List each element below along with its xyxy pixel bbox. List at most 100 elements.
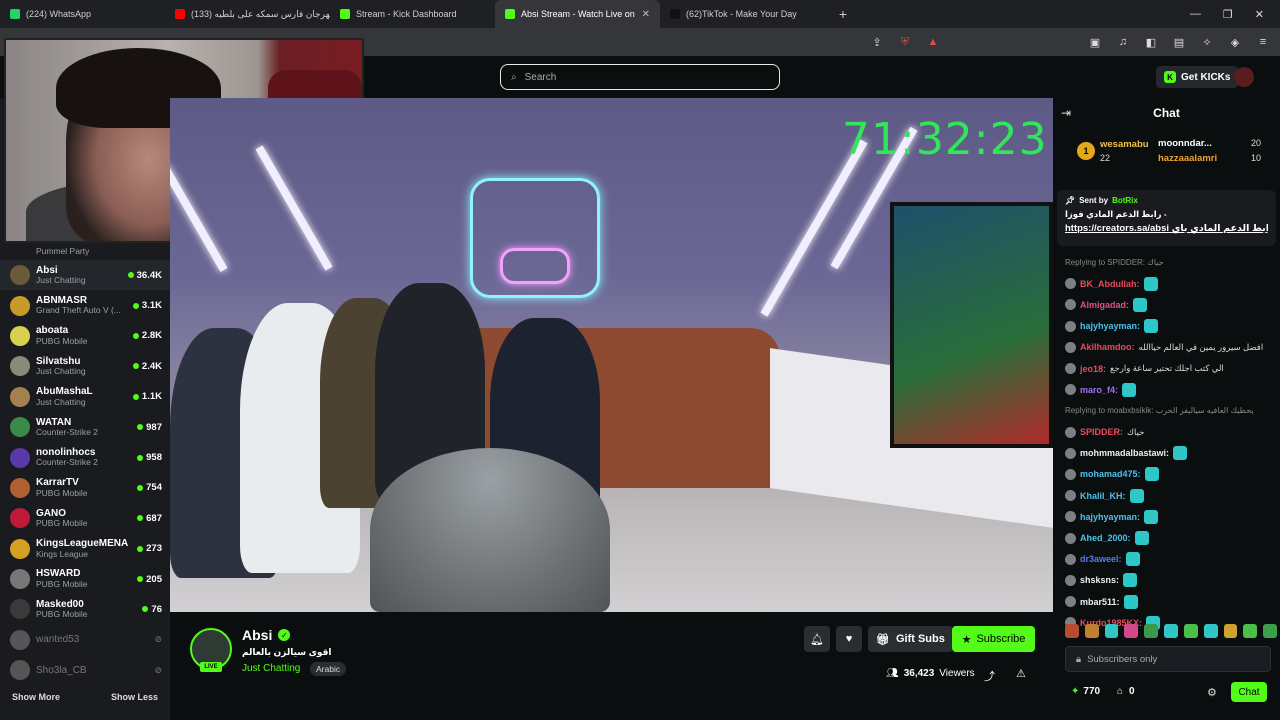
channel-category: Grand Theft Auto V (... — [36, 306, 121, 316]
store-count[interactable]: ⌂ 0 — [1117, 686, 1135, 697]
live-dot-icon — [132, 302, 139, 309]
menu-icon[interactable]: ≡ — [1256, 36, 1270, 48]
sidebar-channel-item[interactable]: Absi Just Chatting 36.4K — [0, 260, 170, 291]
chat-username[interactable]: dr3aweel: — [1080, 554, 1122, 564]
close-window-icon[interactable]: ✕ — [1255, 8, 1264, 21]
chat-settings-icon[interactable]: ⚙ — [1207, 686, 1217, 699]
user-avatar[interactable] — [1234, 67, 1254, 87]
emote-icon[interactable] — [1263, 624, 1277, 638]
emote-icon[interactable] — [1144, 624, 1159, 638]
report-icon[interactable]: ⚠ — [1016, 667, 1026, 680]
chat-username[interactable]: hajyhyayman: — [1080, 321, 1140, 331]
sidebar-channel-item[interactable]: wanted53 ⊘ — [0, 625, 170, 655]
leaderboard-second-name[interactable]: moonndar... — [1158, 138, 1212, 149]
media-icon[interactable]: ♫ — [1116, 36, 1130, 48]
chat-username[interactable]: mohamad475: — [1080, 469, 1141, 479]
video-player[interactable]: 71:32:23 — [170, 98, 1053, 612]
tab-favicon-icon — [175, 9, 185, 19]
sidebar-channel-list: Absi Just Chatting 36.4K ABNMASR Grand Theft… — [0, 260, 170, 685]
channel-viewers: ⊘ — [154, 634, 162, 645]
emote-icon[interactable] — [1065, 624, 1079, 638]
new-tab-button[interactable]: + — [831, 6, 855, 22]
search-input[interactable]: ⌕ Search — [500, 64, 780, 90]
follow-button[interactable]: ♥ — [836, 626, 862, 652]
browser-tab[interactable]: Stream - Kick Dashboard — [330, 0, 495, 28]
chat-username[interactable]: Khalil_KH: — [1080, 491, 1126, 501]
channel-avatar — [10, 599, 30, 620]
channel-viewer-count: 754 — [146, 482, 162, 494]
emote-icon[interactable] — [1084, 624, 1099, 638]
get-kicks-button[interactable]: K Get KICKs — [1156, 66, 1239, 88]
channel-viewer-count: 2.8K — [141, 330, 162, 342]
streamer-name[interactable]: Absi — [242, 627, 272, 643]
chat-emote-icon — [1125, 552, 1140, 567]
chat-username[interactable]: Ahed_2000: — [1080, 533, 1131, 543]
emote-icon[interactable] — [1203, 624, 1218, 638]
browser-tab[interactable]: (62)TikTok - Make Your Day — [660, 0, 825, 28]
vpn-icon[interactable]: ◈ — [1228, 36, 1242, 49]
chat-username[interactable]: jeo18: — [1080, 364, 1106, 374]
maximize-icon[interactable]: ❐ — [1223, 8, 1233, 21]
channel-points[interactable]: ✦ 770 — [1071, 686, 1100, 697]
chat-username[interactable]: shsksns: — [1080, 575, 1119, 585]
stream-category-link[interactable]: Just Chatting — [242, 663, 300, 674]
pinned-message-link[interactable]: https://creators.sa/absi رابط الدعم الما… — [1065, 223, 1268, 234]
tab-favicon-icon — [10, 9, 20, 19]
sidebar-channel-item[interactable]: KarrarTV PUBG Mobile 754 — [0, 473, 170, 503]
neon-controller-sign — [500, 248, 570, 284]
browser-tab[interactable]: (133) مهرجان فارس سمكه على بلطيه — [165, 0, 330, 28]
leaderboard-rank-badge: 1 — [1077, 142, 1095, 160]
browser-tab[interactable]: (224) WhatsApp — [0, 0, 165, 28]
sidebar-channel-item[interactable]: Sho3la_CB ⊘ — [0, 655, 170, 685]
subscribe-button[interactable]: ★ Subscribe — [952, 626, 1035, 652]
chat-emote-icon — [1173, 446, 1188, 461]
chat-username[interactable]: hajyhyayman: — [1080, 512, 1140, 522]
show-less-button[interactable]: Show Less — [111, 692, 158, 702]
sidebar-channel-item[interactable]: Silvatshu Just Chatting 2.4K — [0, 351, 170, 381]
chat-username[interactable]: maro_f4: — [1080, 385, 1118, 395]
sidebar-toggle-icon[interactable]: ▣ — [1088, 36, 1102, 49]
leo-ai-icon[interactable]: ✧ — [1200, 36, 1214, 49]
chat-input[interactable]: 🔒︎ Subscribers only — [1065, 646, 1271, 672]
rewards-icon[interactable]: ▲ — [926, 36, 940, 48]
reading-list-icon[interactable]: ◧ — [1144, 36, 1158, 49]
wallet-icon[interactable]: ▤ — [1172, 36, 1186, 49]
emote-icon[interactable] — [1223, 624, 1238, 638]
minimize-icon[interactable]: — — [1190, 8, 1201, 21]
emote-icon[interactable] — [1124, 624, 1139, 638]
leaderboard-first-count: 22 — [1100, 153, 1111, 163]
emote-icon[interactable] — [1164, 624, 1178, 638]
chat-username[interactable]: Akilhamdoo: — [1080, 342, 1135, 352]
sidebar-channel-item[interactable]: Masked00 PUBG Mobile 76 — [0, 594, 170, 624]
close-tab-icon[interactable]: ✕ — [642, 9, 650, 20]
emote-icon[interactable] — [1104, 624, 1119, 638]
sidebar-channel-item[interactable]: WATAN Counter-Strike 2 987 — [0, 412, 170, 442]
chat-username[interactable]: mbar511: — [1080, 597, 1120, 607]
chat-username[interactable]: Almigadad: — [1080, 300, 1129, 310]
reply-text: Replying to moabxbsikik: يحطيك العافيه س… — [1065, 406, 1254, 416]
leaderboard-first-name[interactable]: wesamabu — [1100, 139, 1149, 150]
share-page-icon[interactable]: ⇪ — [870, 36, 884, 49]
sidebar-channel-item[interactable]: HSWARD PUBG Mobile 205 — [0, 564, 170, 594]
sidebar-channel-item[interactable]: aboata PUBG Mobile 2.8K — [0, 321, 170, 351]
sidebar-channel-item[interactable]: KingsLeagueMENA Kings League 273 — [0, 534, 170, 564]
browser-tab[interactable]: Absi Stream - Watch Live on ✕ — [495, 0, 660, 28]
chat-username[interactable]: BK_Abdullah: — [1080, 279, 1140, 289]
sidebar-channel-item[interactable]: GANO PUBG Mobile 687 — [0, 503, 170, 533]
chat-username[interactable]: SPIDDER: — [1080, 427, 1123, 437]
chat-message: Ahed_2000: — [1053, 527, 1280, 548]
chat-username[interactable]: mohmmadalbastawi: — [1080, 448, 1169, 458]
show-more-button[interactable]: Show More — [12, 692, 60, 702]
sidebar-channel-item[interactable]: ABNMASR Grand Theft Auto V (... 3.1K — [0, 290, 170, 320]
emote-icon[interactable] — [1243, 624, 1258, 638]
notification-bell-button[interactable]: 🔔︎ — [804, 626, 830, 652]
leaderboard-third-name[interactable]: hazzaaalamri — [1158, 153, 1217, 164]
gift-subs-button[interactable]: 🎁︎ Gift Subs — [868, 626, 953, 652]
sidebar-channel-item[interactable]: nonolinhocs Counter-Strike 2 958 — [0, 442, 170, 472]
emote-icon[interactable] — [1183, 624, 1198, 638]
share-stream-icon[interactable]: ⤴ — [984, 668, 995, 684]
send-chat-button[interactable]: Chat — [1231, 682, 1267, 702]
stream-language-tag[interactable]: Arabic — [310, 662, 347, 676]
sidebar-channel-item[interactable]: AbuMashaL Just Chatting 1.1K — [0, 382, 170, 412]
brave-shield-icon[interactable]: ⛨ — [898, 36, 912, 49]
